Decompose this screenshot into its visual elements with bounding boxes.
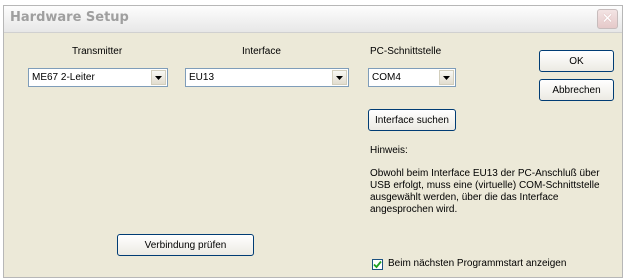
show-on-startup-checkbox[interactable] (372, 259, 383, 270)
window-title: Hardware Setup (10, 10, 129, 25)
show-on-startup-label[interactable]: Beim nächsten Programmstart anzeigen (388, 258, 566, 269)
hint-line: USB erfolgt, muss eine (virtuelle) COM-S… (370, 180, 600, 191)
hint-line: angesprochen wird. (370, 204, 458, 215)
port-select[interactable]: COM4 (368, 68, 456, 87)
hint-line: ausgewählt werden, über die das Interfac… (370, 192, 559, 203)
ok-button[interactable]: OK (539, 50, 614, 72)
chevron-down-icon[interactable] (439, 70, 454, 85)
interface-select-value: EU13 (189, 72, 215, 83)
transmitter-select[interactable]: ME67 2-Leiter (28, 68, 168, 87)
hardware-setup-dialog: Hardware Setup ✕ Transmitter Interface P… (3, 5, 623, 278)
pc-port-label: PC-Schnittstelle (370, 46, 442, 57)
transmitter-label: Transmitter (72, 46, 123, 57)
chevron-down-icon[interactable] (151, 70, 166, 85)
hint-text: Obwohl beim Interface EU13 der PC-Anschl… (370, 168, 620, 216)
close-button[interactable]: ✕ (597, 9, 618, 29)
check-connection-button[interactable]: Verbindung prüfen (117, 234, 254, 256)
close-icon: ✕ (601, 11, 614, 27)
cancel-button[interactable]: Abbrechen (539, 79, 614, 101)
port-select-value: COM4 (372, 72, 401, 83)
title-bar: Hardware Setup ✕ (4, 6, 622, 33)
interface-label: Interface (242, 46, 281, 57)
hint-title: Hinweis: (370, 145, 408, 156)
search-interface-button[interactable]: Interface suchen (368, 109, 456, 131)
transmitter-select-value: ME67 2-Leiter (32, 72, 95, 83)
checkmark-icon (373, 260, 382, 269)
hint-line: Obwohl beim Interface EU13 der PC-Anschl… (370, 168, 600, 179)
interface-select[interactable]: EU13 (185, 68, 349, 87)
chevron-down-icon[interactable] (332, 70, 347, 85)
